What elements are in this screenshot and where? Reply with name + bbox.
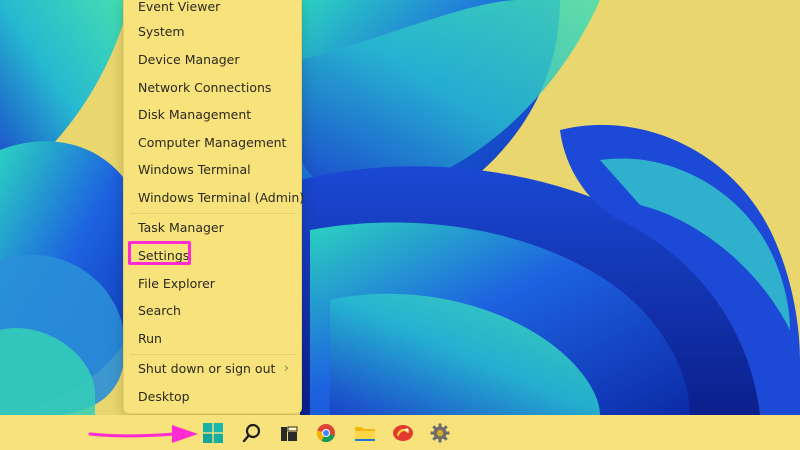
pointer-arrow-icon <box>88 425 198 443</box>
menu-item-windows-terminal[interactable]: Windows Terminal <box>128 157 297 183</box>
menu-separator <box>130 213 295 214</box>
menu-item-search[interactable]: Search <box>128 298 297 324</box>
menu-item-system[interactable]: System <box>128 19 297 45</box>
red-app-icon <box>393 425 413 441</box>
gear-icon <box>430 423 450 443</box>
menu-item-windows-terminal-admin[interactable]: Windows Terminal (Admin) <box>128 185 304 211</box>
windows-logo-icon <box>203 423 223 443</box>
file-explorer-icon[interactable] <box>354 422 376 444</box>
windows-start-icon[interactable] <box>202 422 224 444</box>
folder-icon <box>355 427 375 441</box>
menu-item-file-explorer[interactable]: File Explorer <box>128 271 297 297</box>
menu-item-run[interactable]: Run <box>128 326 297 352</box>
menu-item-device-manager[interactable]: Device Manager <box>128 47 297 73</box>
store-app-icon[interactable] <box>392 422 414 444</box>
menu-item-disk-management[interactable]: Disk Management <box>128 102 297 128</box>
menu-item-event-viewer[interactable]: Event Viewer <box>128 0 297 20</box>
task-view-icon[interactable] <box>278 422 300 444</box>
menu-item-label: Shut down or sign out <box>138 361 276 376</box>
menu-item-shut-down-or-sign-out[interactable]: Shut down or sign out › <box>128 356 297 382</box>
menu-item-network-connections[interactable]: Network Connections <box>128 75 297 101</box>
search-icon[interactable] <box>241 422 263 444</box>
power-user-menu: Event Viewer System Device Manager Netwo… <box>123 0 304 414</box>
wallpaper-bloom-graphic <box>0 0 800 415</box>
settings-gear-icon[interactable] <box>429 422 451 444</box>
desktop-wallpaper <box>0 0 800 415</box>
menu-item-task-manager[interactable]: Task Manager <box>128 215 297 241</box>
magnifier-icon <box>242 423 261 443</box>
submenu-chevron-icon: › <box>283 361 289 376</box>
chrome-icon[interactable] <box>315 422 337 444</box>
menu-separator <box>130 354 295 355</box>
chrome-logo-icon <box>316 424 335 443</box>
menu-item-desktop[interactable]: Desktop <box>128 384 297 410</box>
menu-item-computer-management[interactable]: Computer Management <box>128 130 297 156</box>
menu-item-settings[interactable]: Settings <box>128 243 297 269</box>
task-view-glyph-icon <box>281 426 298 441</box>
